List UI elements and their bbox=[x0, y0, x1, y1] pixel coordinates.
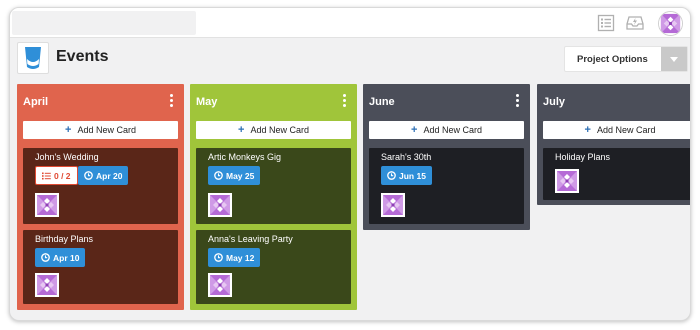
column-may: May + Add New Card Artic Monkeys Gig May … bbox=[190, 84, 357, 310]
clock-icon bbox=[387, 171, 396, 180]
member-avatar bbox=[555, 169, 579, 193]
clock-icon bbox=[84, 171, 93, 180]
column-title: July bbox=[543, 96, 566, 108]
checklist-badge: 0 / 2 bbox=[35, 166, 78, 185]
plus-icon: + bbox=[238, 124, 245, 136]
due-date: Apr 10 bbox=[53, 253, 80, 263]
card-title: John's Wedding bbox=[35, 152, 99, 162]
card-birthday-plans[interactable]: Birthday Plans Apr 10 bbox=[23, 230, 178, 304]
plus-icon: + bbox=[65, 124, 72, 136]
column-april: April + Add New Card John's Wedding 0 / 2… bbox=[17, 84, 184, 310]
member-avatar bbox=[208, 193, 232, 217]
add-new-card-button[interactable]: + Add New Card bbox=[196, 121, 351, 139]
column-menu-icon[interactable] bbox=[515, 94, 521, 108]
add-new-card-button[interactable]: + Add New Card bbox=[543, 121, 690, 139]
page-header: Events Project Options bbox=[10, 38, 690, 78]
card-title: Holiday Plans bbox=[555, 152, 611, 162]
plus-icon: + bbox=[584, 124, 591, 136]
due-date-badge: Jun 15 bbox=[381, 166, 432, 185]
column-menu-icon[interactable] bbox=[689, 94, 690, 108]
add-card-label: Add New Card bbox=[77, 125, 136, 135]
clock-icon bbox=[214, 253, 223, 262]
project-options-dropdown[interactable]: Project Options bbox=[564, 46, 688, 72]
column-title: June bbox=[369, 96, 395, 108]
member-avatar bbox=[35, 193, 59, 217]
card-holiday-plans[interactable]: Holiday Plans bbox=[543, 148, 690, 200]
column-july: July + Add New Card Holiday Plans bbox=[537, 84, 690, 205]
due-date-badge: May 25 bbox=[208, 166, 261, 185]
card-johns-wedding[interactable]: John's Wedding 0 / 2 Apr 20 bbox=[23, 148, 178, 224]
card-annas-leaving-party[interactable]: Anna's Leaving Party May 12 bbox=[196, 230, 351, 304]
column-menu-icon[interactable] bbox=[342, 94, 348, 108]
member-avatar bbox=[208, 273, 232, 297]
due-date-badge: Apr 20 bbox=[78, 166, 129, 185]
column-june: June + Add New Card Sarah's 30th Jun 15 bbox=[363, 84, 530, 230]
search-input[interactable] bbox=[12, 11, 196, 35]
add-new-card-button[interactable]: + Add New Card bbox=[369, 121, 524, 139]
card-title: Artic Monkeys Gig bbox=[208, 152, 282, 162]
due-date: Jun 15 bbox=[399, 171, 426, 181]
chevron-down-icon[interactable] bbox=[661, 47, 687, 71]
checklist-count: 0 / 2 bbox=[54, 171, 71, 181]
add-new-card-button[interactable]: + Add New Card bbox=[23, 121, 178, 139]
plus-icon: + bbox=[411, 124, 418, 136]
clock-icon bbox=[41, 253, 50, 262]
card-title: Sarah's 30th bbox=[381, 152, 432, 162]
member-avatar bbox=[381, 193, 405, 217]
due-date-badge: May 12 bbox=[208, 248, 261, 267]
card-title: Birthday Plans bbox=[35, 234, 94, 244]
card-sarahs-30th[interactable]: Sarah's 30th Jun 15 bbox=[369, 148, 524, 224]
page-title: Events bbox=[56, 48, 109, 65]
user-avatar[interactable] bbox=[658, 11, 683, 36]
project-options-label: Project Options bbox=[577, 54, 648, 65]
due-date-badge: Apr 10 bbox=[35, 248, 86, 267]
app-window: Events Project Options April + Add New Ca… bbox=[9, 7, 691, 321]
add-card-label: Add New Card bbox=[250, 125, 309, 135]
due-date: May 12 bbox=[226, 253, 255, 263]
due-date: Apr 20 bbox=[96, 171, 123, 181]
inbox-icon[interactable] bbox=[626, 14, 644, 32]
card-artic-monkeys-gig[interactable]: Artic Monkeys Gig May 25 bbox=[196, 148, 351, 224]
column-menu-icon[interactable] bbox=[169, 94, 175, 108]
member-avatar bbox=[35, 273, 59, 297]
add-card-label: Add New Card bbox=[423, 125, 482, 135]
add-card-label: Add New Card bbox=[596, 125, 656, 135]
checklist-icon bbox=[42, 172, 51, 180]
list-icon[interactable] bbox=[597, 14, 615, 32]
top-bar bbox=[10, 8, 690, 38]
due-date: May 25 bbox=[226, 171, 255, 181]
app-logo bbox=[17, 42, 49, 74]
clock-icon bbox=[214, 171, 223, 180]
column-title: April bbox=[23, 96, 49, 108]
column-title: May bbox=[196, 96, 218, 108]
card-title: Anna's Leaving Party bbox=[208, 234, 293, 244]
